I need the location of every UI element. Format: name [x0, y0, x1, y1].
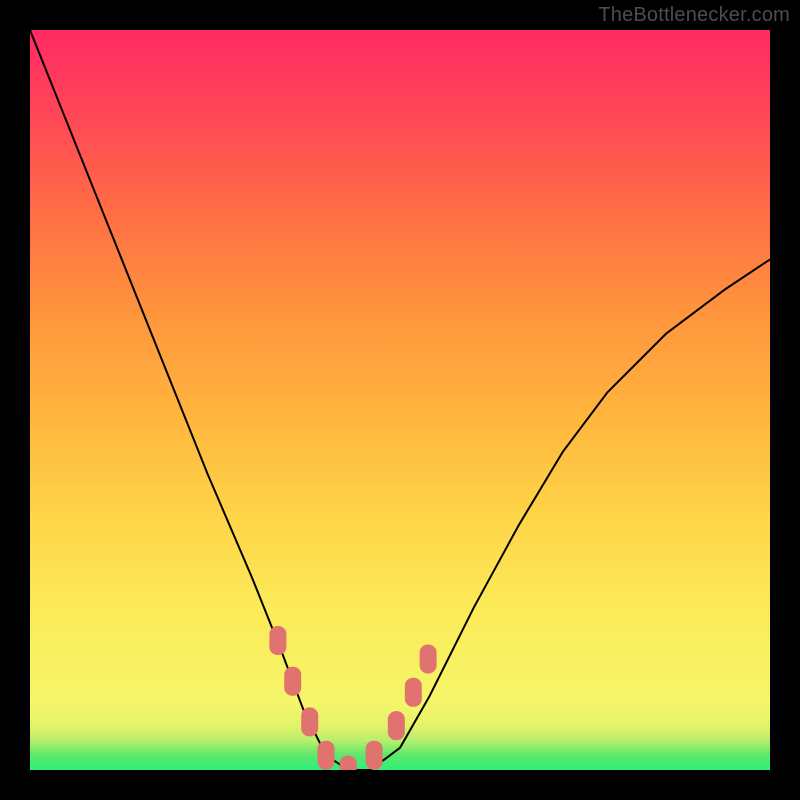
- marker-dot: [388, 711, 405, 740]
- marker-dot: [366, 741, 383, 770]
- marker-dot: [340, 756, 357, 771]
- marker-dot: [301, 707, 318, 736]
- bottleneck-curve: [30, 30, 770, 770]
- marker-dot: [269, 626, 286, 655]
- marker-dot: [420, 645, 437, 674]
- plot-area: [30, 30, 770, 770]
- marker-dot: [284, 667, 301, 696]
- watermark-text: TheBottlenecker.com: [598, 4, 790, 27]
- marker-dot: [318, 741, 335, 770]
- chart-svg: [30, 30, 770, 770]
- marker-dot: [405, 678, 422, 707]
- marker-group: [269, 626, 436, 770]
- chart-frame: TheBottlenecker.com: [0, 0, 800, 800]
